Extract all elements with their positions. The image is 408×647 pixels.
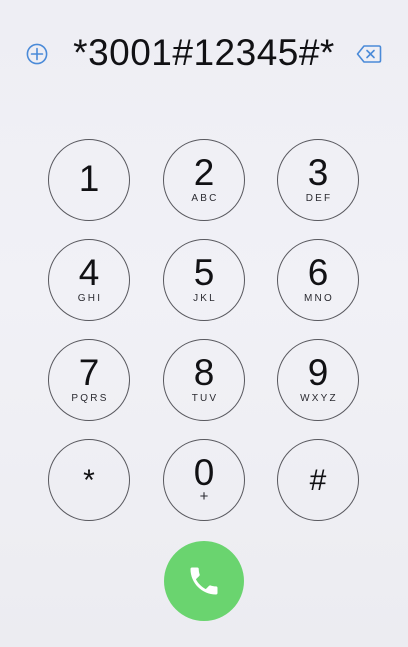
key-digit: 4: [78, 252, 100, 293]
key-3[interactable]: 3 DEF: [277, 139, 359, 221]
key-digit: 8: [193, 352, 215, 393]
key-5[interactable]: 5 JKL: [163, 239, 245, 321]
key-letters: DEF: [305, 193, 333, 204]
key-letters: WXYZ: [300, 393, 338, 404]
key-6[interactable]: 6 MNO: [277, 239, 359, 321]
key-0[interactable]: 0 +: [163, 439, 245, 521]
key-7[interactable]: 7 PQRS: [48, 339, 130, 421]
key-letters: MNO: [304, 293, 334, 304]
key-letters: PQRS: [71, 393, 109, 404]
key-4[interactable]: 4 GHI: [48, 239, 130, 321]
key-digit: 6: [307, 252, 329, 293]
key-digit: 5: [193, 252, 215, 293]
key-letters: GHI: [77, 293, 103, 304]
key-digit: 2: [193, 152, 215, 193]
key-8[interactable]: 8 TUV: [163, 339, 245, 421]
key-9[interactable]: 9 WXYZ: [277, 339, 359, 421]
key-digit: 0: [193, 452, 215, 493]
key-digit: 3: [307, 152, 329, 193]
key-digit: #: [309, 464, 327, 497]
key-letters: TUV: [191, 393, 219, 404]
phone-icon: [190, 567, 218, 595]
dial-pad: 1 2 ABC 3 DEF 4 GHI 5 JKL 6 MNO 7 PQRS 8…: [0, 0, 408, 647]
key-star[interactable]: *: [48, 439, 130, 521]
key-2[interactable]: 2 ABC: [163, 139, 245, 221]
key-pound[interactable]: #: [277, 439, 359, 521]
key-digit: 9: [307, 352, 329, 393]
key-letters: ABC: [191, 193, 219, 204]
key-letters: JKL: [193, 293, 217, 304]
key-letters: +: [199, 488, 209, 505]
key-digit: *: [83, 464, 95, 497]
call-button[interactable]: [164, 541, 244, 621]
key-1[interactable]: 1: [48, 139, 130, 221]
key-digit: 7: [78, 352, 100, 393]
key-digit: 1: [78, 158, 100, 199]
